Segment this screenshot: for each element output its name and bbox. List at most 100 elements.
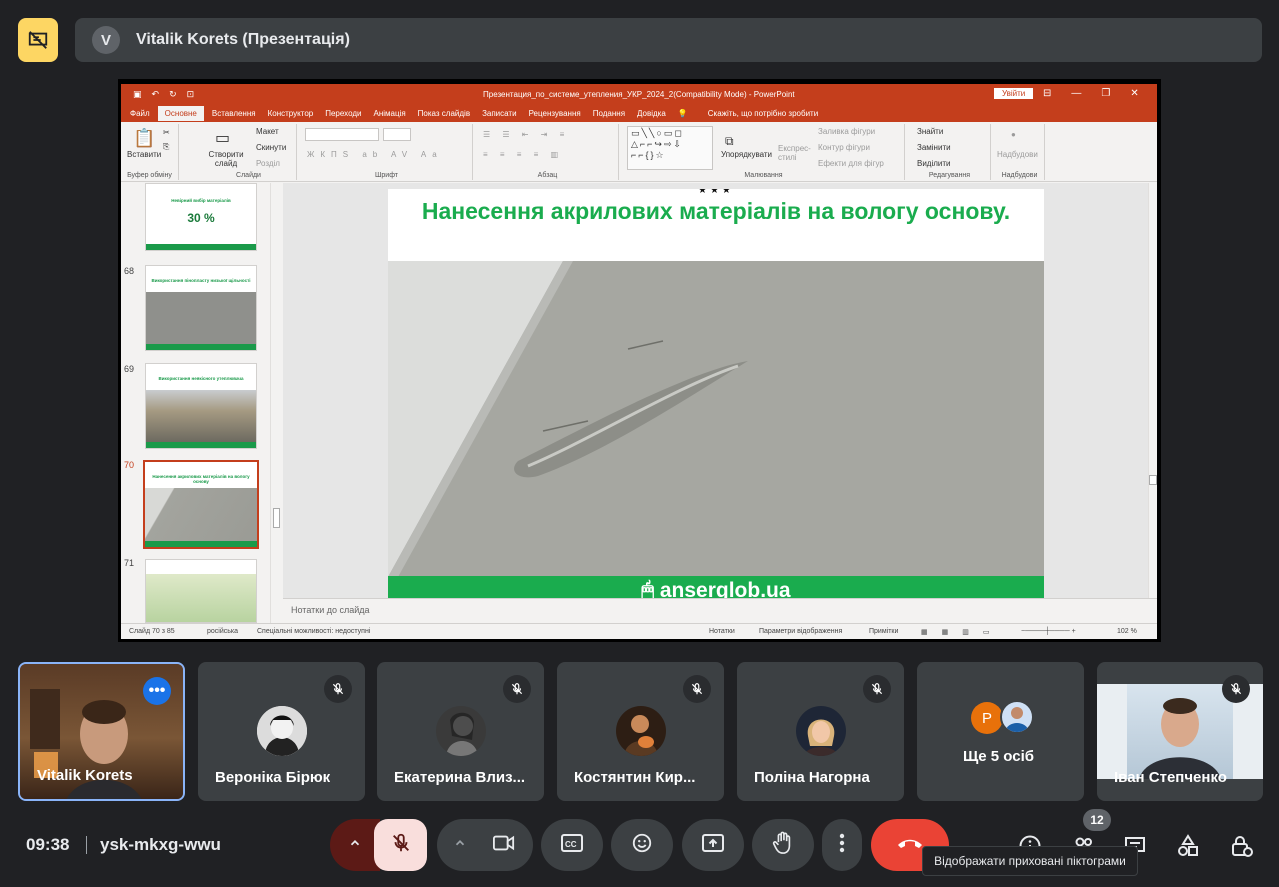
tab-design[interactable]: Конструктор bbox=[268, 109, 314, 118]
arrange-icon[interactable]: ⧉ bbox=[725, 134, 734, 149]
scrollbar-thumb[interactable] bbox=[1149, 475, 1157, 485]
align-buttons[interactable]: ≡ ≡ ≡ ≡ ▥ bbox=[483, 150, 563, 159]
tab-review[interactable]: Рецензування bbox=[529, 109, 581, 118]
thumbnail-slide-69[interactable]: Використання неякісного утеплювача bbox=[145, 363, 257, 449]
more-options-button[interactable] bbox=[822, 819, 862, 871]
tab-transitions[interactable]: Переходи bbox=[325, 109, 361, 118]
font-size-field[interactable] bbox=[383, 128, 411, 141]
font-name-field[interactable] bbox=[305, 128, 379, 141]
find-button[interactable]: Знайти bbox=[917, 127, 943, 136]
thumbnail-slide-70[interactable]: Нанесення акрилових матеріалів на вологу… bbox=[143, 460, 259, 549]
participant-tile[interactable]: Вероніка Бірюк bbox=[198, 662, 365, 801]
addins-button[interactable]: Надбудови bbox=[997, 150, 1038, 159]
svg-text:CC: CC bbox=[565, 840, 577, 849]
accessibility-status[interactable]: Спеціальні можливості: недоступні bbox=[257, 628, 370, 635]
paste-icon[interactable]: 📋 bbox=[133, 128, 155, 149]
language-status[interactable]: російська bbox=[207, 628, 238, 635]
shape-outline-button[interactable]: Контур фігури bbox=[818, 143, 870, 152]
tab-insert[interactable]: Вставлення bbox=[212, 109, 256, 118]
audio-options-button[interactable] bbox=[330, 819, 380, 871]
present-button[interactable] bbox=[682, 819, 744, 871]
editing-group-label: Редагування bbox=[928, 172, 971, 179]
notes-field[interactable]: Нотатки до слайда bbox=[283, 598, 1157, 622]
copy-icon[interactable]: ⎘ bbox=[163, 142, 169, 152]
captions-icon: CC bbox=[560, 833, 584, 858]
captions-button[interactable]: CC bbox=[541, 819, 603, 871]
layout-button[interactable]: Макет bbox=[256, 127, 279, 136]
participant-name: Поліна Нагорна bbox=[754, 769, 870, 786]
tab-animations[interactable]: Анімація bbox=[373, 109, 405, 118]
font-group-label: Шрифт bbox=[374, 172, 399, 179]
thumbnail-number: 70 bbox=[124, 460, 135, 470]
quick-styles-button[interactable]: Експрес-стилі bbox=[778, 144, 818, 162]
zoom-slider[interactable]: −────┼──── + bbox=[1021, 628, 1076, 635]
addins-icon[interactable]: ● bbox=[1011, 130, 1016, 139]
thumbnail-slide-67[interactable]: Невірний вибір матеріалів 30 % bbox=[145, 183, 257, 251]
meeting-code[interactable]: ysk-mkxg-wwu bbox=[100, 835, 221, 855]
minimize-icon[interactable]: — bbox=[1071, 88, 1081, 99]
reactions-button[interactable] bbox=[611, 819, 673, 871]
tab-home[interactable]: Основне bbox=[157, 105, 204, 121]
participant-tile[interactable]: Поліна Нагорна bbox=[737, 662, 904, 801]
view-buttons[interactable]: ▦▦▥▭ bbox=[921, 628, 1003, 636]
tab-view[interactable]: Подання bbox=[593, 109, 625, 118]
shape-fill-button[interactable]: Заливка фігури bbox=[818, 127, 875, 136]
shape-effects-button[interactable]: Ефекти для фігур bbox=[818, 159, 884, 168]
new-slide-button[interactable]: Створити слайд bbox=[205, 150, 247, 168]
save-icon[interactable]: ▣ bbox=[133, 89, 142, 100]
thumbnail-slide-71[interactable] bbox=[145, 559, 257, 623]
new-slide-icon[interactable]: ▭ bbox=[215, 128, 230, 148]
self-tile[interactable]: ••• Vitalik Korets bbox=[18, 662, 185, 801]
maximize-icon[interactable]: ❐ bbox=[1101, 88, 1110, 99]
redo-icon[interactable]: ↻ bbox=[169, 89, 177, 100]
presentation-hidden-icon[interactable] bbox=[18, 18, 58, 62]
mic-off-icon bbox=[390, 832, 412, 859]
presenter-view-icon[interactable]: ⊡ bbox=[187, 89, 195, 100]
font-format-buttons[interactable]: ЖКПS ab AV Aa bbox=[307, 150, 443, 159]
chevron-up-icon[interactable] bbox=[453, 836, 467, 855]
window-controls: ⊟ — ❐ ✕ bbox=[1043, 88, 1139, 99]
participant-tile[interactable]: Костянтин Кир... bbox=[557, 662, 724, 801]
signin-button[interactable]: Увійти bbox=[994, 88, 1034, 99]
host-controls-icon[interactable] bbox=[1228, 833, 1254, 859]
display-settings-button[interactable]: Параметри відображення bbox=[759, 628, 842, 635]
close-icon[interactable]: ✕ bbox=[1130, 88, 1138, 99]
arrange-button[interactable]: Упорядкувати bbox=[721, 150, 772, 159]
current-slide[interactable]: ★★★ Нанесення акрилових матеріалів на во… bbox=[388, 189, 1044, 598]
notes-button[interactable]: Нотатки bbox=[709, 628, 735, 635]
select-button[interactable]: Виділити bbox=[917, 159, 951, 168]
cut-icon[interactable]: ✂ bbox=[163, 128, 170, 137]
powerpoint-window: ▣ ↶ ↻ ⊡ Презентация_по_системе_утепления… bbox=[121, 84, 1157, 639]
list-buttons[interactable]: ☰ ☰ ⇤ ⇥ ≡ bbox=[483, 130, 569, 139]
replace-button[interactable]: Замінити bbox=[917, 143, 951, 152]
participant-tile[interactable]: Екатерина Влиз... bbox=[377, 662, 544, 801]
activities-icon[interactable] bbox=[1175, 833, 1201, 859]
paste-button[interactable]: Вставити bbox=[127, 150, 161, 159]
raise-hand-button[interactable] bbox=[752, 819, 814, 871]
more-options-button[interactable]: ••• bbox=[143, 677, 171, 705]
participant-tile[interactable]: Іван Степченко bbox=[1097, 662, 1263, 801]
ppt-title-bar: ▣ ↶ ↻ ⊡ Презентация_по_системе_утепления… bbox=[121, 84, 1157, 104]
thumbnail-scrollbar[interactable] bbox=[270, 183, 282, 623]
tab-help[interactable]: Довідка bbox=[637, 109, 666, 118]
tab-record[interactable]: Записати bbox=[482, 109, 517, 118]
slide-title: Нанесення акрилових матеріалів на вологу… bbox=[421, 198, 1011, 224]
tell-me-input[interactable]: Скажіть, що потрібно зробити bbox=[708, 109, 818, 118]
ribbon-display-icon[interactable]: ⊟ bbox=[1043, 88, 1051, 99]
zoom-level[interactable]: 102 % bbox=[1117, 628, 1137, 635]
more-participants-tile[interactable]: P Ще 5 осіб bbox=[917, 662, 1084, 801]
shapes-icons[interactable]: ▭╲╲○▭◻ △⌐⌐↪⇨⇩ ⌐⌐{}☆ bbox=[631, 128, 684, 161]
undo-icon[interactable]: ↶ bbox=[152, 89, 160, 100]
scrollbar-thumb[interactable] bbox=[273, 508, 280, 528]
slide-scrollbar[interactable] bbox=[1148, 183, 1157, 598]
ppt-status-bar: Слайд 70 з 85 російська Спеціальні можли… bbox=[121, 623, 1157, 639]
comments-button[interactable]: Примітки bbox=[869, 628, 898, 635]
slide-photo bbox=[388, 261, 1044, 577]
microphone-button[interactable] bbox=[374, 819, 427, 871]
camera-icon[interactable] bbox=[492, 832, 516, 859]
reset-button[interactable]: Скинути bbox=[256, 143, 286, 152]
tab-file[interactable]: Файл bbox=[130, 109, 150, 118]
tab-slideshow[interactable]: Показ слайдів bbox=[418, 109, 470, 118]
section-button[interactable]: Розділ bbox=[256, 159, 280, 168]
thumbnail-slide-68[interactable]: Використання пінопласту низької щільност… bbox=[145, 265, 257, 351]
